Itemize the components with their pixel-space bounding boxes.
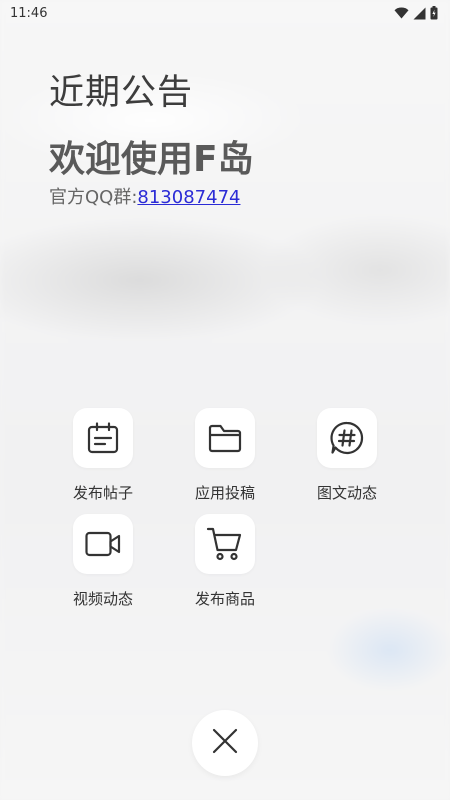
action-label: 发布商品: [194, 590, 255, 608]
action-icon-box: [195, 514, 255, 574]
action-icon-box: [195, 408, 255, 468]
wifi-icon: [394, 7, 409, 19]
video-icon: [84, 529, 122, 559]
action-label: 应用投稿: [194, 484, 255, 502]
qq-group-label: 官方QQ群:: [49, 187, 138, 208]
action-label: 视频动态: [72, 590, 133, 608]
image-text-post-button[interactable]: 图文动态: [286, 408, 408, 502]
action-label: 发布帖子: [72, 484, 133, 502]
hashtag-icon: [329, 420, 365, 456]
qq-group-link[interactable]: 813087474: [137, 187, 240, 208]
action-icon-box: [317, 408, 377, 468]
action-label: 图文动态: [316, 484, 377, 502]
publish-action-grid: 发布帖子 应用投稿 图文动态 视频动态 发布商品: [42, 408, 410, 608]
close-icon: [212, 728, 238, 758]
blurred-background: [0, 0, 450, 800]
action-icon-box: [73, 514, 133, 574]
announcement-heading: 近期公告: [49, 73, 194, 113]
app-submit-button[interactable]: 应用投稿: [164, 408, 286, 502]
cart-icon: [206, 526, 244, 562]
post-icon: [86, 421, 120, 455]
status-bar: 11:46: [0, 0, 450, 26]
signal-icon: [413, 7, 426, 20]
status-icons: [394, 6, 438, 20]
announcement-title: 欢迎使用F岛: [49, 139, 254, 180]
publish-product-button[interactable]: 发布商品: [164, 514, 286, 608]
folder-icon: [207, 421, 243, 455]
video-post-button[interactable]: 视频动态: [42, 514, 164, 608]
action-icon-box: [73, 408, 133, 468]
battery-icon: [430, 6, 438, 20]
status-time: 11:46: [10, 5, 48, 21]
close-button[interactable]: [192, 710, 258, 776]
publish-post-button[interactable]: 发布帖子: [42, 408, 164, 502]
announcement-qq-line: 官方QQ群:813087474: [49, 183, 240, 209]
